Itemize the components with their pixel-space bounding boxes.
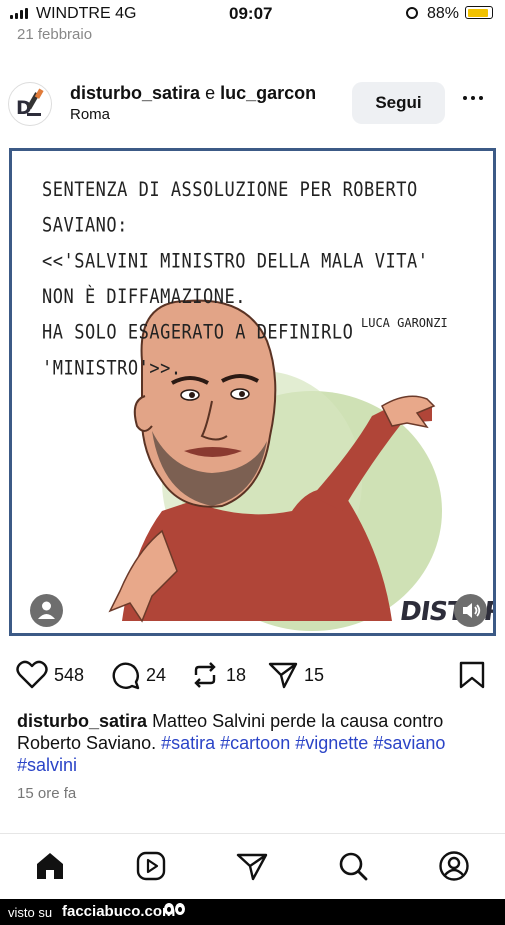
post-image[interactable]: SENTENZA DI ASSOLUZIONE PER ROBERTO SAVI… — [9, 148, 496, 636]
profile-icon — [439, 851, 469, 881]
repost-count: 18 — [226, 664, 247, 685]
coauthor-username[interactable]: luc_garcon — [220, 83, 316, 103]
battery-icon — [465, 6, 493, 19]
cartoon-caption: SENTENZA DI ASSOLUZIONE PER ROBERTO SAVI… — [42, 173, 493, 387]
author-joiner: e — [205, 83, 216, 103]
heart-icon — [16, 660, 48, 689]
person-icon — [38, 601, 55, 619]
hashtag-link[interactable]: #cartoon — [220, 733, 290, 753]
cartoon-line: SENTENZA DI ASSOLUZIONE PER ROBERTO SAVI… — [42, 178, 418, 238]
hashtag-link[interactable]: #vignette — [295, 733, 368, 753]
nav-messages[interactable] — [232, 846, 272, 886]
comment-button[interactable]: 24 — [110, 660, 166, 690]
speaker-icon — [463, 603, 481, 618]
post-header: D disturbo_satira e luc_garcon Roma Segu… — [0, 72, 505, 136]
nav-search[interactable] — [333, 846, 373, 886]
hashtag-link[interactable]: #satira — [161, 733, 215, 753]
watermark-footer: visto su facciabuco.com — [0, 899, 505, 925]
cartoon-line: NON È DIFFAMAZIONE. — [42, 285, 246, 309]
post-timestamp: 15 ore fa — [17, 785, 77, 802]
audio-toggle-button[interactable] — [454, 594, 487, 627]
carrier-label: WINDTRE 4G — [36, 5, 137, 22]
follow-button[interactable]: Segui — [352, 82, 445, 124]
home-icon — [37, 853, 63, 879]
clock: 09:07 — [229, 4, 273, 23]
artist-signature: LUCA GARONZI — [361, 316, 448, 330]
hashtag-link[interactable]: #saviano — [373, 733, 445, 753]
post-authors: disturbo_satira e luc_garcon — [70, 83, 316, 104]
status-bar: WINDTRE 4G 09:07 88% — [0, 0, 505, 28]
nav-profile[interactable] — [434, 846, 474, 886]
eyes-icon — [164, 903, 185, 915]
send-icon — [236, 853, 268, 881]
reels-icon — [136, 851, 166, 881]
like-button[interactable]: 548 — [16, 660, 84, 690]
bookmark-icon — [459, 661, 485, 689]
bottom-nav — [0, 846, 505, 888]
author-username[interactable]: disturbo_satira — [70, 83, 200, 103]
signal-icon — [10, 8, 28, 19]
divider — [0, 833, 505, 834]
comment-icon — [112, 662, 140, 690]
previous-post-date: 21 febbraio — [17, 26, 93, 43]
post-actions: 548 24 18 15 — [0, 660, 505, 700]
save-button[interactable] — [458, 660, 486, 690]
share-count: 15 — [304, 664, 325, 685]
battery-percent: 88% — [427, 5, 460, 22]
footer-prefix: visto su — [8, 905, 53, 920]
tagged-users-button[interactable] — [30, 594, 63, 627]
search-icon — [339, 852, 368, 881]
post-location[interactable]: Roma — [70, 106, 110, 123]
post-caption: disturbo_satira Matteo Salvini perde la … — [17, 710, 492, 776]
share-button[interactable]: 15 — [268, 660, 324, 690]
orientation-lock-icon — [406, 7, 418, 19]
send-icon — [268, 662, 298, 689]
nav-home[interactable] — [30, 846, 70, 886]
hashtag-link[interactable]: #salvini — [17, 755, 77, 775]
footer-site: facciabuco.com — [62, 903, 176, 920]
more-options-icon[interactable] — [463, 96, 483, 100]
nav-reels[interactable] — [131, 846, 171, 886]
caption-username[interactable]: disturbo_satira — [17, 711, 147, 731]
comment-count: 24 — [146, 664, 167, 685]
avatar[interactable]: D — [8, 82, 52, 126]
like-count: 548 — [54, 664, 85, 685]
cartoon-line: <<'SALVINI MINISTRO DELLA MALA VITA' — [42, 250, 429, 274]
repost-button[interactable]: 18 — [190, 660, 246, 690]
repost-icon — [194, 662, 216, 688]
